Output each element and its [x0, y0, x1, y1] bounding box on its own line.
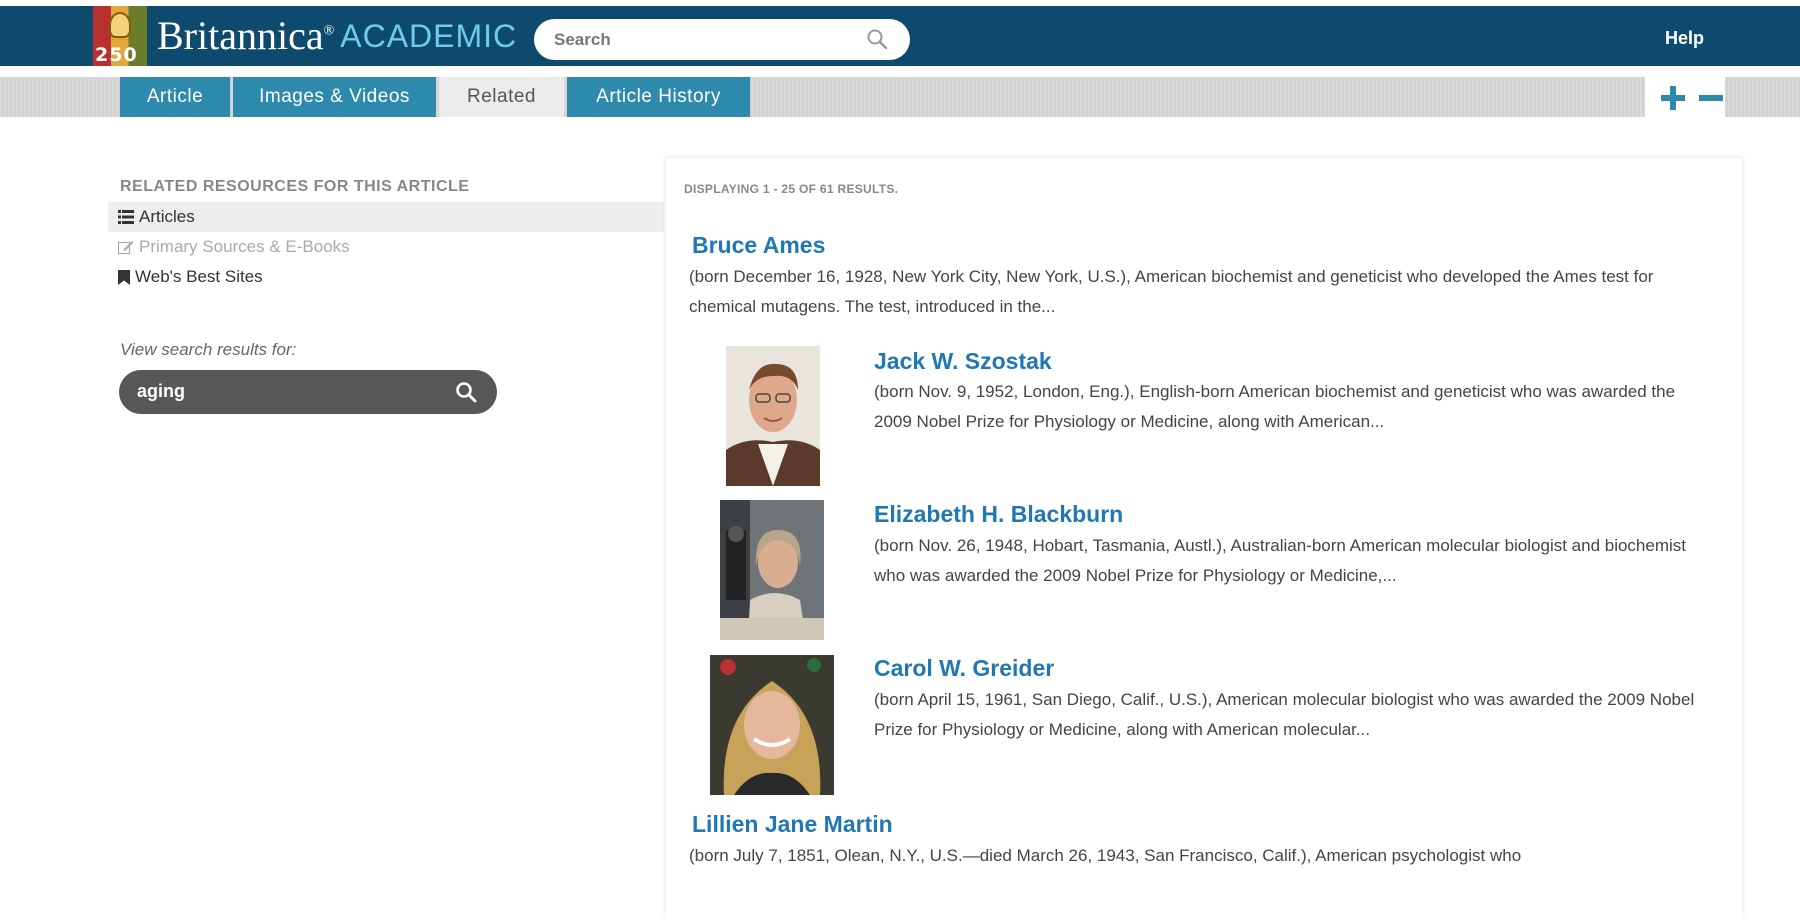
list-icon — [118, 210, 134, 224]
registered-mark: ® — [323, 23, 335, 39]
edit-icon — [118, 240, 134, 255]
view-search-results-label: View search results for: — [120, 340, 297, 359]
result-description: (born July 7, 1851, Olean, N.Y., U.S.—di… — [689, 846, 1522, 865]
result-title-elizabeth-blackburn[interactable]: Elizabeth H. Blackburn — [874, 501, 1123, 528]
result-description: (born December 16, 1928, New York City, … — [689, 267, 1654, 316]
search-box[interactable] — [534, 19, 910, 60]
portrait-image — [726, 346, 820, 486]
result-description: (born Nov. 9, 1952, London, Eng.), Engli… — [874, 382, 1676, 431]
result-description: (born Nov. 26, 1948, Hobart, Tasmania, A… — [874, 536, 1687, 585]
logo-number: 250 — [95, 44, 138, 66]
tab-article[interactable]: Article — [120, 77, 230, 117]
search-input[interactable] — [552, 27, 856, 53]
sidebar-item-articles[interactable]: Articles — [108, 202, 664, 232]
sidebar-item-webs-best-sites[interactable]: Web's Best Sites — [108, 262, 664, 292]
result-title-jack-szostak[interactable]: Jack W. Szostak — [874, 348, 1052, 375]
search-term: aging — [137, 381, 185, 401]
sidebar-item-primary-sources: Primary Sources & E-Books — [108, 232, 664, 262]
zoom-out-icon[interactable] — [1699, 95, 1723, 101]
britannica-logo[interactable]: 250 Britannica® ACADEMIC — [93, 6, 517, 66]
sidebar-item-label: Articles — [139, 207, 195, 226]
search-icon[interactable] — [455, 381, 477, 408]
result-title-carol-greider[interactable]: Carol W. Greider — [874, 655, 1054, 682]
logo-name: Britannica® — [157, 16, 334, 56]
bookmark-icon — [118, 269, 130, 285]
sidebar-item-label: Web's Best Sites — [135, 267, 263, 286]
related-resources-heading: RELATED RESOURCES FOR THIS ARTICLE — [120, 178, 470, 195]
tab-article-history[interactable]: Article History — [567, 77, 750, 117]
result-title-bruce-ames[interactable]: Bruce Ames — [692, 232, 825, 259]
anniversary-badge: 250 — [93, 6, 147, 66]
tab-images-videos[interactable]: Images & Videos — [233, 77, 436, 117]
result-thumbnail[interactable] — [726, 346, 820, 486]
zoom-in-icon[interactable] — [1661, 86, 1685, 115]
search-term-button[interactable]: aging — [119, 370, 497, 414]
emblem-icon — [109, 12, 131, 38]
portrait-image — [710, 655, 834, 795]
result-thumbnail[interactable] — [710, 655, 834, 795]
tab-related[interactable]: Related — [439, 77, 564, 117]
sidebar-item-label: Primary Sources & E-Books — [139, 237, 350, 256]
logo-academic: ACADEMIC — [340, 17, 518, 54]
result-thumbnail[interactable] — [720, 500, 824, 640]
help-link[interactable]: Help — [1665, 28, 1704, 49]
zoom-controls — [1645, 77, 1725, 117]
results-count: DISPLAYING 1 - 25 OF 61 RESULTS. — [684, 182, 899, 196]
portrait-image — [720, 500, 824, 640]
result-description: (born April 15, 1961, San Diego, Calif.,… — [874, 690, 1695, 739]
result-title-lillien-martin[interactable]: Lillien Jane Martin — [692, 811, 893, 838]
search-icon[interactable] — [866, 28, 888, 55]
logo-name-text: Britannica — [157, 13, 324, 58]
